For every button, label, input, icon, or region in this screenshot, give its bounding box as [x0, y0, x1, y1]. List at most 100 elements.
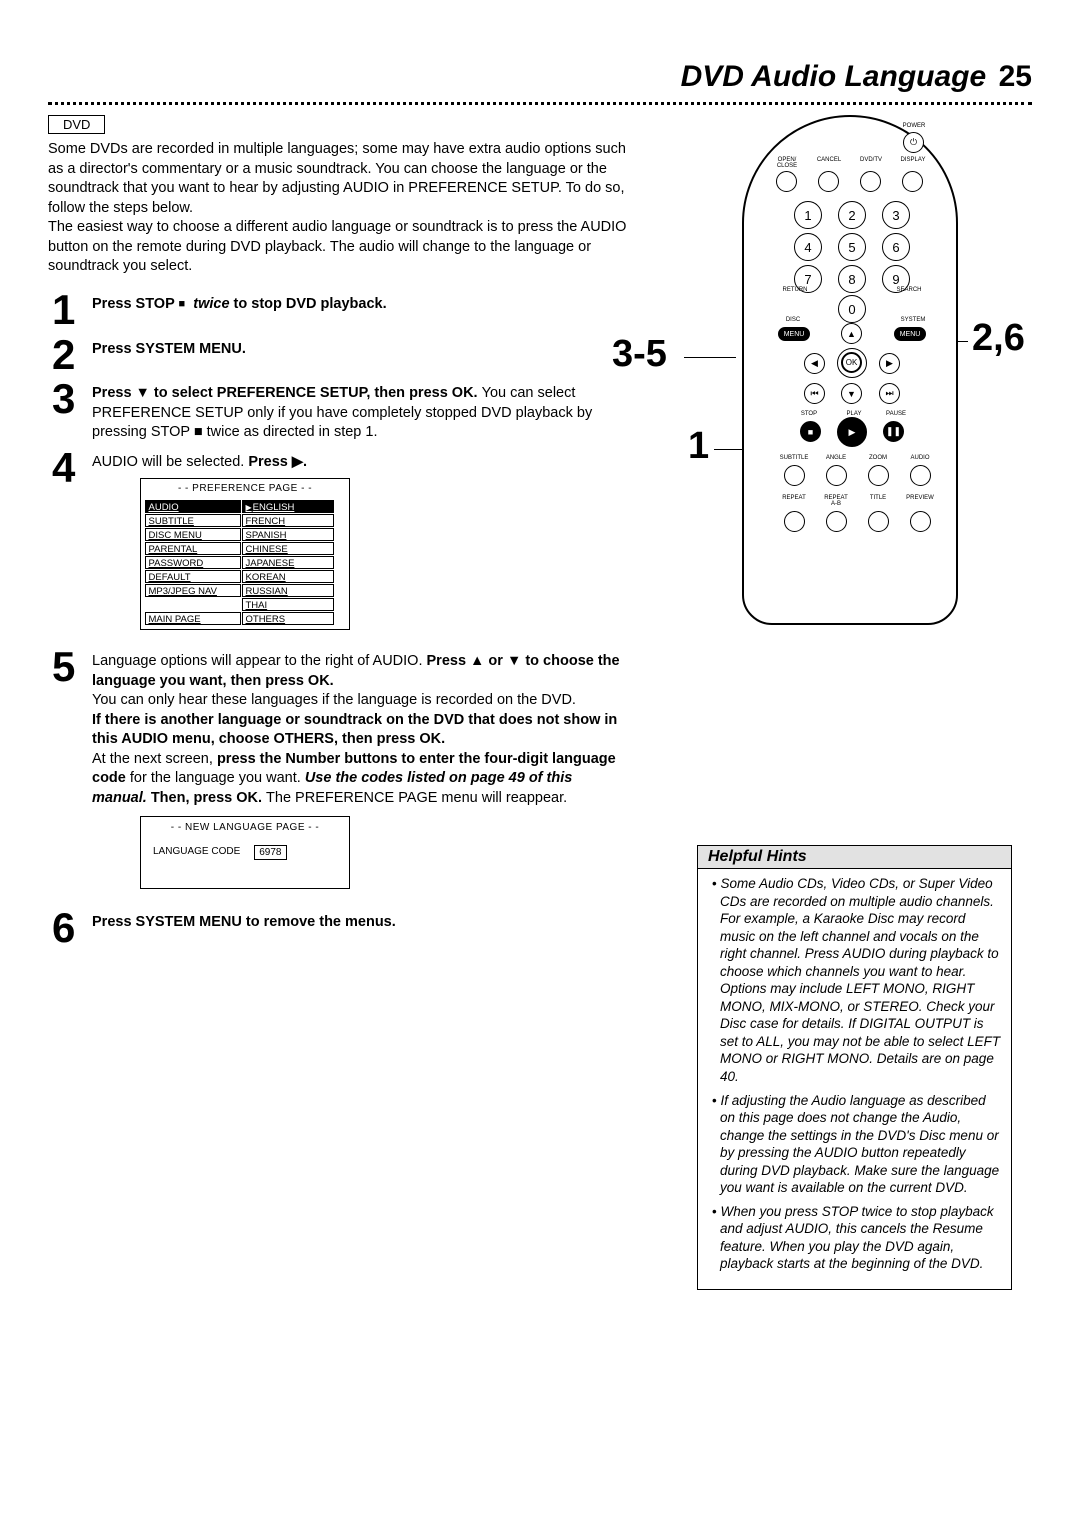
power-label: POWER	[894, 123, 934, 129]
osd1-right-2: SPANISH	[242, 528, 334, 541]
num-6: 6	[882, 233, 910, 261]
bottom-button-7	[910, 511, 931, 532]
bottom-label-5: REPEAT A-B	[818, 495, 854, 507]
step-2: 2 Press SYSTEM MENU.	[48, 336, 628, 375]
step-3: 3 Press ▼ to select PREFERENCE SETUP, th…	[48, 380, 628, 443]
bottom-label-3: AUDIO	[902, 455, 938, 461]
top-button-1	[818, 171, 839, 192]
page-title: DVD Audio Language	[681, 60, 987, 93]
osd-new-language-page: - - NEW LANGUAGE PAGE - - LANGUAGE CODE …	[140, 816, 350, 889]
osd1-title: - - PREFERENCE PAGE - -	[144, 482, 346, 496]
prev-button: ⏮	[804, 383, 825, 404]
osd1-left-5: DEFAULT	[145, 570, 241, 583]
bottom-button-6	[868, 511, 889, 532]
step-5-text-e-e: Then, press OK.	[147, 790, 266, 806]
top-label-2: DVD/TV	[854, 157, 888, 163]
disc-menu-button: MENU	[778, 327, 810, 341]
power-button: ⏻	[903, 132, 924, 153]
page-number: 25	[999, 60, 1032, 93]
hints-list: Some Audio CDs, Video CDs, or Super Vide…	[698, 869, 1011, 1289]
step-4-number: 4	[48, 449, 92, 642]
osd1-right-6: RUSSIAN	[242, 584, 334, 597]
osd2-code: 6978	[254, 845, 286, 861]
osd1-right-1: FRENCH	[242, 514, 334, 527]
stop-icon: ■	[179, 298, 186, 310]
osd2-title: - - NEW LANGUAGE PAGE - -	[147, 821, 343, 835]
osd1-right-4: JAPANESE	[242, 556, 334, 569]
hint-item-0: Some Audio CDs, Video CDs, or Super Vide…	[712, 875, 1001, 1086]
num-0: 0	[838, 295, 866, 323]
hint-item-2: When you press STOP twice to stop playba…	[712, 1203, 1001, 1273]
num-1: 1	[794, 201, 822, 229]
callout-2-6: 2,6	[972, 317, 1025, 360]
right-button: ▶	[879, 353, 900, 374]
stop-label: STOP	[794, 411, 824, 417]
main-content: DVD Some DVDs are recorded in multiple l…	[48, 115, 628, 954]
left-button: ◀	[804, 353, 825, 374]
bottom-label-2: ZOOM	[860, 455, 896, 461]
osd2-label: LANGUAGE CODE	[153, 845, 240, 861]
disc-label: DISC	[778, 317, 808, 323]
osd1-left-2: DISC MENU	[145, 528, 241, 541]
step-5: 5 Language options will appear to the ri…	[48, 648, 628, 904]
hint-item-1: If adjusting the Audio language as descr…	[712, 1092, 1001, 1197]
step-6-text: Press SYSTEM MENU to remove the menus.	[92, 914, 396, 930]
callout-3-5: 3-5	[612, 333, 667, 376]
play-label: PLAY	[839, 411, 869, 417]
step-4-text-a: AUDIO will be selected.	[92, 454, 248, 470]
bottom-button-5	[826, 511, 847, 532]
step-1: 1 Press STOP ■ twice to stop DVD playbac…	[48, 291, 628, 330]
top-label-0: OPEN/ CLOSE	[770, 157, 804, 169]
return-label: RETURN	[780, 287, 810, 293]
step-1-text-b: twice	[193, 296, 229, 312]
next-button: ⏭	[879, 383, 900, 404]
top-button-2	[860, 171, 881, 192]
page-header: DVD Audio Language 25	[48, 60, 1032, 94]
osd1-right-5: KOREAN	[242, 570, 334, 583]
step-1-text-a: Press STOP	[92, 296, 179, 312]
remote-illustration: 3-5 1 2,6 POWER ⏻ OPEN/ CLOSECANCELDVD/T…	[652, 115, 1012, 645]
osd1-right-3: CHINESE	[242, 542, 334, 555]
osd1-left-0: AUDIO	[145, 500, 241, 513]
bottom-button-3	[910, 465, 931, 486]
num-4: 4	[794, 233, 822, 261]
step-5-text-d: If there is another language or soundtra…	[92, 712, 617, 748]
stop-button: ■	[800, 421, 821, 442]
bottom-label-1: ANGLE	[818, 455, 854, 461]
helpful-hints-box: Helpful Hints Some Audio CDs, Video CDs,…	[697, 845, 1012, 1290]
osd1-left-6: MP3/JPEG NAV	[145, 584, 241, 597]
step-4-text-b: Press ▶.	[248, 454, 307, 470]
step-5-text-e-a: At the next screen,	[92, 751, 217, 767]
pause-button: ❚❚	[883, 421, 904, 442]
system-menu-button: MENU	[894, 327, 926, 341]
top-label-3: DISPLAY	[896, 157, 930, 163]
step-6: 6 Press SYSTEM MENU to remove the menus.	[48, 909, 628, 948]
step-5-text-a: Language options will appear to the righ…	[92, 653, 427, 669]
play-button: ▶	[837, 417, 867, 447]
pause-label: PAUSE	[881, 411, 911, 417]
bottom-button-0	[784, 465, 805, 486]
top-button-3	[902, 171, 923, 192]
num-5: 5	[838, 233, 866, 261]
osd-preference-page: - - PREFERENCE PAGE - - AUDIOENGLISHSUBT…	[140, 478, 350, 630]
bottom-label-7: PREVIEW	[902, 495, 938, 501]
step-6-number: 6	[48, 909, 92, 948]
system-label: SYSTEM	[896, 317, 930, 323]
num-2: 2	[838, 201, 866, 229]
header-rule	[48, 102, 1032, 105]
step-5-text-e-c: for the language you want.	[126, 770, 305, 786]
num-3: 3	[882, 201, 910, 229]
hints-title: Helpful Hints	[698, 846, 1011, 869]
bottom-button-4	[784, 511, 805, 532]
remote-body: POWER ⏻ OPEN/ CLOSECANCELDVD/TVDISPLAY 1…	[742, 115, 958, 625]
step-2-text: Press SYSTEM MENU.	[92, 341, 246, 357]
num-8: 8	[838, 265, 866, 293]
bottom-button-2	[868, 465, 889, 486]
step-5-text-c: You can only hear these languages if the…	[92, 692, 576, 708]
bottom-button-1	[826, 465, 847, 486]
up-button: ▲	[841, 323, 862, 344]
bottom-label-0: SUBTITLE	[776, 455, 812, 461]
ok-button: OK	[841, 352, 862, 373]
bottom-label-4: REPEAT	[776, 495, 812, 501]
dvd-label-box: DVD	[48, 115, 105, 134]
